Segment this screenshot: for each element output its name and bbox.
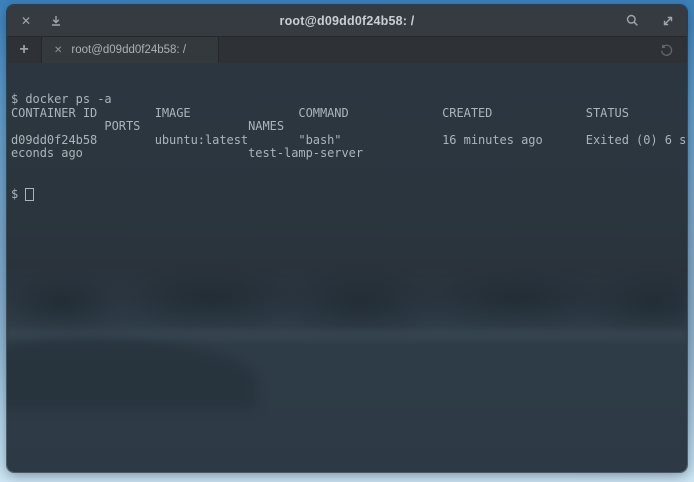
terminal-line: $ docker ps -a — [11, 93, 687, 107]
tab-close-icon[interactable]: ✕ — [54, 45, 62, 56]
background-hill-image — [7, 339, 257, 409]
plus-icon: + — [19, 41, 28, 59]
history-icon — [659, 43, 674, 58]
terminal-line: PORTS NAMES — [11, 120, 687, 134]
titlebar[interactable]: root@d09dd0f24b58: / ✕ — [7, 5, 687, 36]
terminal-line: CONTAINER ID IMAGE COMMAND CREATED STATU… — [11, 107, 687, 121]
shell-prompt: $ — [11, 188, 25, 202]
close-icon: ✕ — [21, 14, 31, 28]
download-icon — [49, 14, 63, 28]
terminal-line: d09dd0f24b58 ubuntu:latest "bash" 16 min… — [11, 134, 687, 148]
window-title: root@d09dd0f24b58: / — [7, 5, 687, 36]
prompt-line: $ — [11, 188, 687, 202]
expand-icon — [661, 14, 675, 28]
terminal-line: econds ago test-lamp-server — [11, 147, 687, 161]
tab-bar: + ✕ root@d09dd0f24b58: / — [7, 36, 687, 63]
terminal-cursor[interactable] — [25, 188, 34, 201]
download-button[interactable] — [45, 10, 67, 32]
search-icon — [625, 13, 640, 28]
tab-label: root@d09dd0f24b58: / — [71, 44, 186, 56]
terminal-window: root@d09dd0f24b58: / ✕ — [7, 5, 687, 472]
terminal-lines: $ docker ps -aCONTAINER ID IMAGE COMMAND… — [11, 93, 687, 161]
search-button[interactable] — [621, 10, 643, 32]
expand-button[interactable] — [657, 10, 679, 32]
tabbar-empty-area — [219, 37, 651, 63]
background-treeline-image — [7, 261, 687, 333]
desktop-wallpaper: root@d09dd0f24b58: / ✕ — [0, 0, 694, 482]
terminal-viewport[interactable]: $ docker ps -aCONTAINER ID IMAGE COMMAND… — [7, 63, 687, 472]
tab-active[interactable]: ✕ root@d09dd0f24b58: / — [42, 37, 219, 63]
terminal-output: $ docker ps -aCONTAINER ID IMAGE COMMAND… — [7, 63, 687, 228]
close-window-button[interactable]: ✕ — [15, 10, 37, 32]
new-tab-button[interactable]: + — [7, 37, 42, 63]
history-button[interactable] — [651, 37, 681, 63]
